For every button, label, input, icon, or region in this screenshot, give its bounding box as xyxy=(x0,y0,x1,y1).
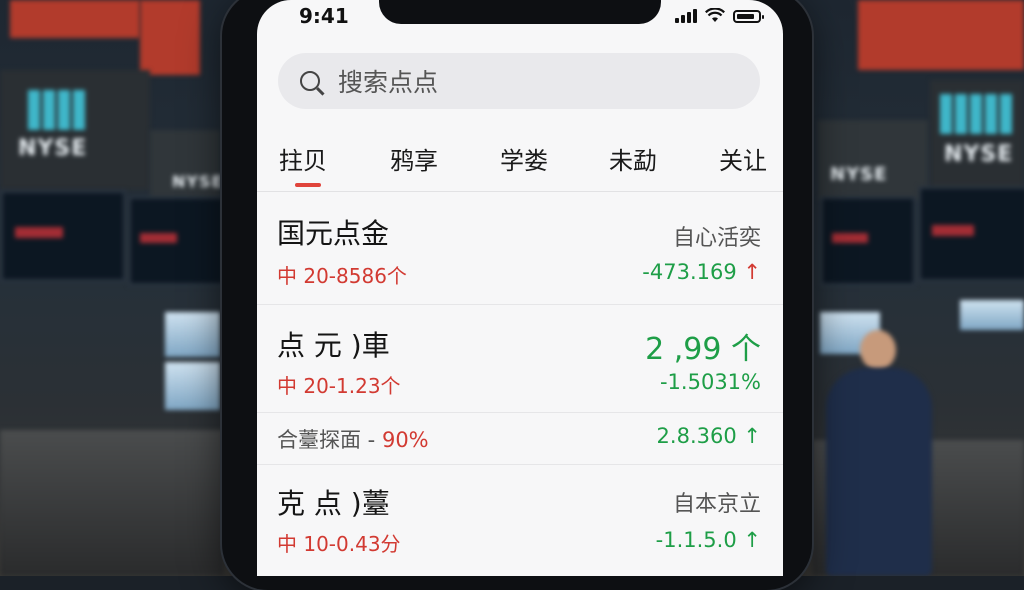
stock-sub: 中 10-0.43分 xyxy=(277,532,401,556)
trading-desk xyxy=(0,430,224,576)
monitor xyxy=(128,196,226,286)
stock-name: 克 点 )薹 xyxy=(277,487,390,520)
list-item[interactable]: 合薹探面 - 90% 2.8.360 ↑ xyxy=(257,412,783,465)
trader-head xyxy=(860,330,896,370)
up-arrow-icon: ↑ xyxy=(743,424,761,448)
stock-tag: 自本京立 xyxy=(672,492,761,517)
stock-sub: 中 20-8586个 xyxy=(277,264,407,288)
search-placeholder: 搜索点点 xyxy=(338,68,439,97)
monitor xyxy=(0,190,126,282)
monitor xyxy=(918,186,1024,282)
status-time: 9:41 xyxy=(299,4,349,28)
nyse-sign: NYSE xyxy=(0,70,150,190)
battery-icon xyxy=(733,10,764,23)
notch xyxy=(379,0,661,24)
tab-1[interactable]: 拄贝 xyxy=(279,141,327,176)
tab-3[interactable]: 学娄 xyxy=(500,141,548,176)
active-tab-indicator xyxy=(295,183,321,187)
stock-change: -1.5031% xyxy=(659,370,761,394)
stock-sub: 中 20-1.23个 xyxy=(277,374,401,398)
monitor-bright xyxy=(165,312,220,357)
monitor xyxy=(820,196,916,286)
stock-change: -473.169 ↑ xyxy=(642,260,761,284)
signal-icon xyxy=(675,9,697,23)
red-banner xyxy=(10,0,140,38)
nyse-sign: NYSE xyxy=(930,80,1024,200)
stock-name: 国元点金 xyxy=(277,217,390,250)
up-arrow-icon: ↑ xyxy=(743,528,761,552)
status-icons xyxy=(675,8,764,23)
phone-screen: 9:41 搜索点点 拄贝 鸦享 学娄 未勐 关让 国元点金 中 20-8586个… xyxy=(257,0,783,576)
stock-name: 点 元 )車 xyxy=(277,329,390,362)
nyse-sign: NYSE xyxy=(150,130,222,200)
up-arrow-icon: ↑ xyxy=(743,260,761,284)
up-arrow-icon: 个 xyxy=(731,332,761,367)
tab-4[interactable]: 未勐 xyxy=(609,141,657,176)
index-change: 2.8.360 ↑ xyxy=(656,424,761,448)
index-label: 合薹探面 - 90% xyxy=(277,428,429,452)
trader xyxy=(826,368,932,576)
stock-tag: 自心活奕 xyxy=(672,226,761,251)
search-bar[interactable]: 搜索点点 xyxy=(278,53,760,109)
list-item[interactable]: 克 点 )薹 中 10-0.43分 自本京立 -1.1.5.0 ↑ xyxy=(257,464,783,576)
monitor-bright xyxy=(165,362,220,410)
monitor-bright xyxy=(960,300,1024,330)
wifi-icon xyxy=(705,8,725,22)
nyse-sign: NYSE xyxy=(818,120,928,200)
tab-5[interactable]: 关让 xyxy=(719,141,767,176)
stock-change: -1.1.5.0 ↑ xyxy=(655,528,761,552)
red-banner xyxy=(858,0,1024,70)
list-item[interactable]: 国元点金 中 20-8586个 自心活奕 -473.169 ↑ xyxy=(257,192,783,305)
red-banner xyxy=(140,0,200,75)
search-icon xyxy=(300,71,320,91)
tab-2[interactable]: 鸦享 xyxy=(390,141,438,176)
tab-bar: 拄贝 鸦享 学娄 未勐 关让 xyxy=(257,135,783,192)
stock-price: 2 ,99 个 xyxy=(645,332,761,367)
list-item[interactable]: 点 元 )車 中 20-1.23个 2 ,99 个 -1.5031% xyxy=(257,304,783,413)
